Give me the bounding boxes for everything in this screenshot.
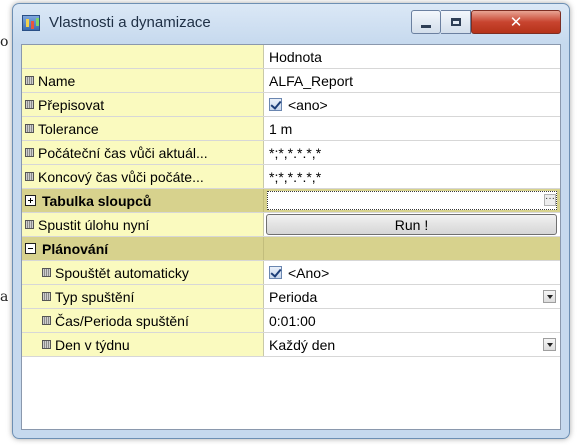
property-row-weekday[interactable]: Den v týdnu Každý den (22, 333, 560, 357)
auto-start-checkbox[interactable] (269, 266, 282, 279)
prepisovat-value: <ano> (288, 96, 328, 113)
ellipsis-button[interactable]: ··· (544, 194, 556, 206)
app-icon (22, 15, 40, 31)
close-icon: ✕ (509, 12, 523, 31)
property-grid: Hodnota Name ALFA_Report Přepisovat <ano… (21, 44, 561, 430)
title-bar[interactable]: Vlastnosti a dynamizace ✕ (13, 4, 569, 44)
property-icon (25, 148, 34, 157)
property-label: Čas/Perioda spuštění (55, 312, 189, 329)
property-icon (42, 268, 51, 277)
category-label-cell: Plánování (22, 237, 264, 260)
background-text-fragment: a (0, 289, 9, 305)
property-icon (25, 100, 34, 109)
property-label-cell: Spouštět automaticky (22, 261, 264, 284)
properties-window: Vlastnosti a dynamizace ✕ Hodnota Name A… (12, 3, 570, 439)
property-label-cell: Spustit úlohu nyní (22, 213, 264, 236)
property-value-weekday[interactable]: Každý den (264, 333, 560, 356)
run-button[interactable]: Run ! (266, 214, 557, 235)
category-value-planovani (264, 237, 560, 260)
grid-header: Hodnota (22, 45, 560, 69)
minimize-icon (421, 24, 431, 28)
property-row-tolerance[interactable]: Tolerance 1 m (22, 117, 560, 141)
header-value-label: Hodnota (264, 45, 560, 68)
property-label: Typ spuštění (55, 288, 135, 305)
property-icon (42, 316, 51, 325)
property-row-name[interactable]: Name ALFA_Report (22, 69, 560, 93)
property-value-name[interactable]: ALFA_Report (264, 69, 560, 92)
property-row-end-time[interactable]: Koncový čas vůči počáte... *;*,*.*.*,* (22, 165, 560, 189)
property-label: Name (38, 72, 76, 89)
background-text-fragment: o (0, 34, 9, 50)
property-row-start-time[interactable]: Počáteční čas vůči aktuál... *;*,*.*.*,* (22, 141, 560, 165)
property-label-cell: Počáteční čas vůči aktuál... (22, 141, 264, 164)
category-row-planovani[interactable]: Plánování (22, 237, 560, 261)
property-label-cell: Name (22, 69, 264, 92)
weekday-value: Každý den (269, 336, 336, 353)
collapse-icon[interactable] (25, 243, 36, 254)
property-row-time-period[interactable]: Čas/Perioda spuštění 0:01:00 (22, 309, 560, 333)
category-label: Tabulka sloupců (42, 192, 152, 209)
prepisovat-checkbox[interactable] (269, 98, 282, 111)
maximize-button[interactable] (441, 10, 471, 34)
property-row-auto-start[interactable]: Spouštět automaticky <Ano> (22, 261, 560, 285)
property-label-cell: Den v týdnu (22, 333, 264, 356)
property-row-run-now[interactable]: Spustit úlohu nyní Run ! (22, 213, 560, 237)
maximize-icon (450, 18, 461, 26)
property-label-cell: Tolerance (22, 117, 264, 140)
minimize-button[interactable] (411, 10, 441, 34)
property-value-run-now: Run ! (264, 213, 560, 236)
property-value-auto-start[interactable]: <Ano> (264, 261, 560, 284)
property-label: Spustit úlohu nyní (38, 216, 150, 233)
run-type-value: Perioda (269, 288, 318, 305)
auto-start-value: <Ano> (288, 264, 330, 281)
property-label-cell: Koncový čas vůči počáte... (22, 165, 264, 188)
property-label: Koncový čas vůči počáte... (38, 168, 204, 185)
property-value-start-time[interactable]: *;*,*.*.*,* (264, 141, 560, 164)
property-icon (42, 340, 51, 349)
property-row-prepisovat[interactable]: Přepisovat <ano> (22, 93, 560, 117)
property-value-time-period[interactable]: 0:01:00 (264, 309, 560, 332)
dropdown-arrow-icon[interactable] (543, 338, 556, 351)
columns-table-field[interactable] (267, 191, 557, 210)
property-label-cell: Přepisovat (22, 93, 264, 116)
header-label-cell (22, 45, 264, 68)
expand-icon[interactable] (25, 195, 36, 206)
category-row-tabulka-sloupcu[interactable]: Tabulka sloupců ··· (22, 189, 560, 213)
property-value-tolerance[interactable]: 1 m (264, 117, 560, 140)
property-icon (25, 124, 34, 133)
property-icon (25, 172, 34, 181)
property-icon (42, 292, 51, 301)
property-label-cell: Čas/Perioda spuštění (22, 309, 264, 332)
property-value-prepisovat[interactable]: <ano> (264, 93, 560, 116)
property-value-end-time[interactable]: *;*,*.*.*,* (264, 165, 560, 188)
category-label: Plánování (42, 240, 109, 257)
property-row-run-type[interactable]: Typ spuštění Perioda (22, 285, 560, 309)
category-value-tabulka-sloupcu[interactable]: ··· (264, 189, 560, 212)
property-icon (25, 220, 34, 229)
property-label: Tolerance (38, 120, 99, 137)
close-button[interactable]: ✕ (471, 10, 561, 34)
dropdown-arrow-icon[interactable] (543, 290, 556, 303)
window-title: Vlastnosti a dynamizace (49, 14, 211, 31)
property-label: Přepisovat (38, 96, 105, 113)
property-value-run-type[interactable]: Perioda (264, 285, 560, 308)
property-label: Den v týdnu (55, 336, 130, 353)
property-label: Počáteční čas vůči aktuál... (38, 144, 208, 161)
category-label-cell: Tabulka sloupců (22, 189, 264, 212)
property-label: Spouštět automaticky (55, 264, 189, 281)
property-icon (25, 76, 34, 85)
property-label-cell: Typ spuštění (22, 285, 264, 308)
